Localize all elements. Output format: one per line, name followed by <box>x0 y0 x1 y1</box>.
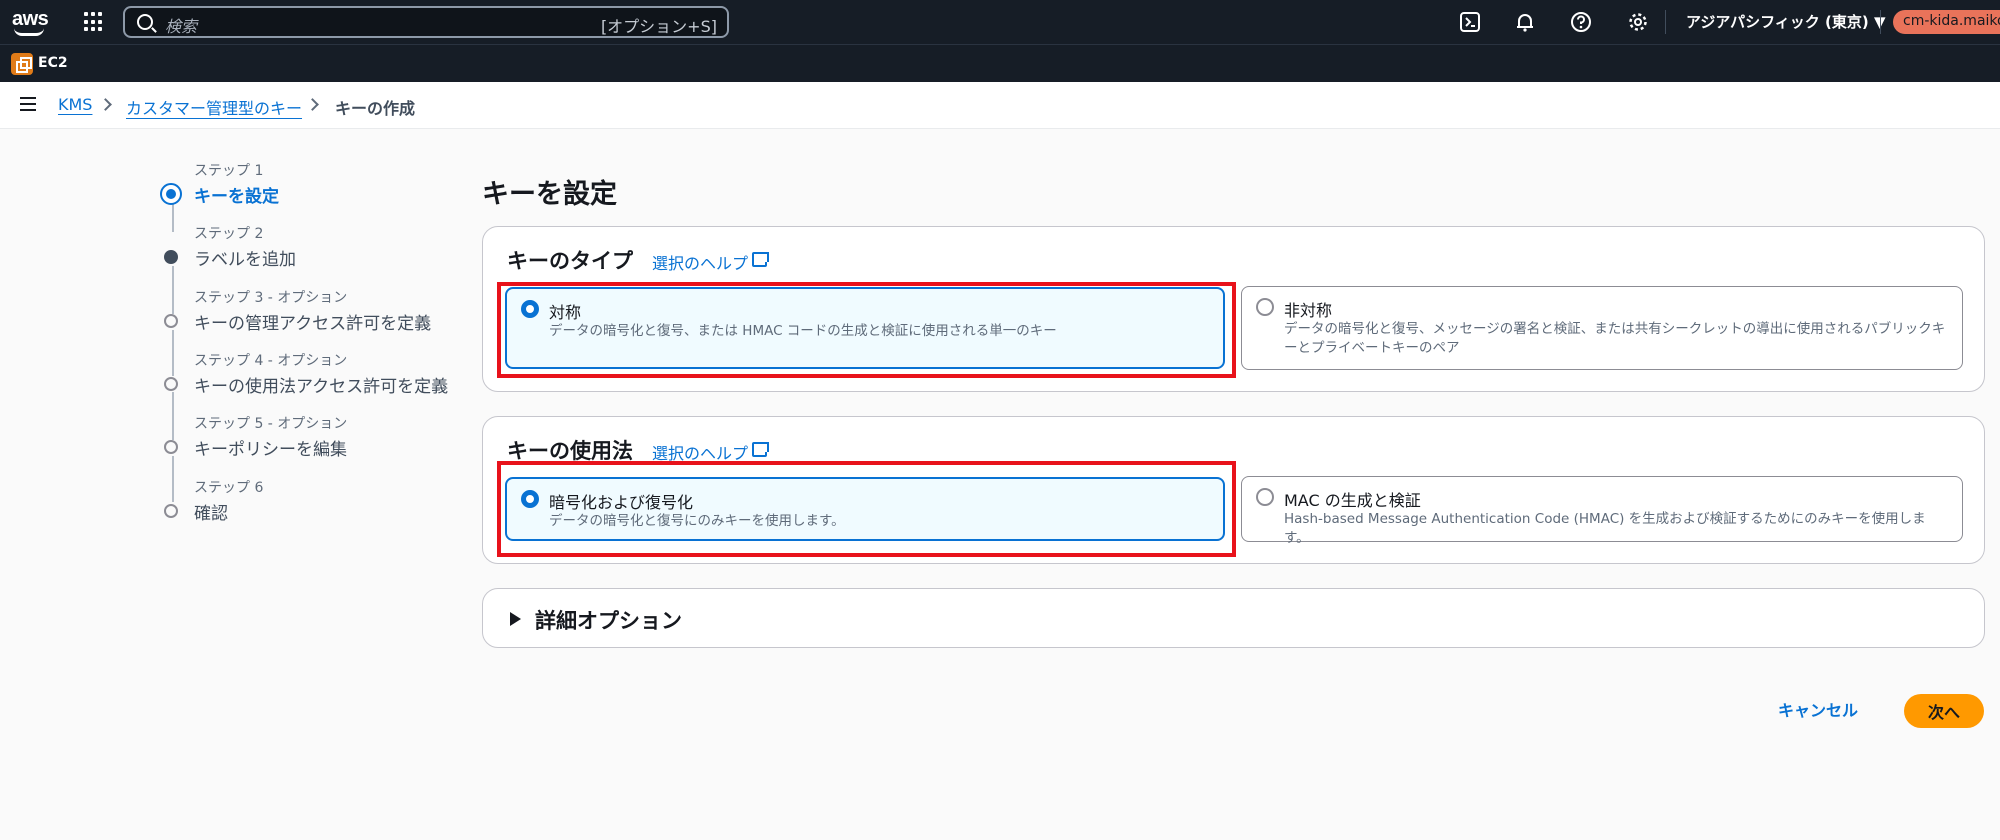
settings-gear-icon[interactable] <box>1627 11 1649 33</box>
chevron-right-icon <box>99 98 112 111</box>
nav-divider <box>1665 10 1666 34</box>
menu-hamburger-icon[interactable] <box>20 97 36 111</box>
cloudshell-icon[interactable] <box>1459 11 1481 33</box>
external-link-icon[interactable] <box>752 442 769 457</box>
breadcrumb-customer-managed-keys[interactable]: カスタマー管理型のキー <box>126 95 302 119</box>
next-button[interactable]: 次へ <box>1904 694 1984 728</box>
step-connector <box>172 456 174 502</box>
key-type-heading: キーのタイプ <box>507 249 633 273</box>
search-shortcut: [オプション+S] <box>600 17 717 36</box>
search-icon <box>137 14 153 30</box>
aws-smile-icon <box>14 28 44 36</box>
step-disabled-icon <box>164 250 178 264</box>
step-connector <box>172 330 174 376</box>
key-usage-mac-option[interactable]: MAC の生成と検証 Hash-based Message Authentica… <box>1241 476 1963 546</box>
key-type-help-link[interactable]: 選択のヘルプ <box>652 250 748 274</box>
chevron-right-icon <box>306 98 319 111</box>
caret-right-icon <box>510 612 521 626</box>
service-bar: EC2 <box>0 44 2000 82</box>
search-input[interactable]: 検索 [オプション+S] <box>123 6 729 38</box>
services-grid-icon[interactable] <box>84 12 104 32</box>
ec2-favorite-link[interactable]: EC2 <box>38 55 68 71</box>
cancel-button[interactable]: キャンセル <box>1778 697 1858 721</box>
breadcrumb-current: キーの作成 <box>335 99 416 118</box>
aws-logo[interactable]: aws <box>12 6 50 38</box>
breadcrumb-bar: KMS カスタマー管理型のキー キーの作成 <box>0 82 2000 129</box>
breadcrumb-kms[interactable]: KMS <box>58 95 92 114</box>
radio-unselected-icon[interactable] <box>1256 488 1274 506</box>
step-connector <box>172 392 174 440</box>
search-placeholder: 検索 <box>165 17 198 36</box>
help-icon[interactable] <box>1570 11 1592 33</box>
step-active-icon <box>160 183 182 205</box>
advanced-options-expander[interactable]: 詳細オプション <box>482 588 1985 648</box>
step-circle-icon <box>164 440 178 454</box>
page-title: キーを設定 <box>482 179 617 210</box>
radio-unselected-icon[interactable] <box>1256 298 1274 316</box>
nav-divider <box>1880 10 1881 34</box>
step-circle-icon <box>164 377 178 391</box>
step-circle-icon <box>164 504 178 518</box>
external-link-icon[interactable] <box>752 252 769 267</box>
region-selector[interactable]: アジアパシフィック (東京) ▼ <box>1686 11 1886 32</box>
highlight-box <box>497 282 1236 378</box>
notifications-bell-icon[interactable] <box>1514 11 1536 33</box>
ec2-service-icon[interactable] <box>11 53 33 75</box>
highlight-box <box>497 461 1236 557</box>
step-circle-icon <box>164 314 178 328</box>
account-menu[interactable]: cm-kida.maiko+ <box>1893 10 2000 34</box>
step-connector <box>172 266 174 314</box>
top-navigation: aws 検索 [オプション+S] アジアパシフィック (東京) ▼ cm-kid… <box>0 0 2000 44</box>
key-type-asymmetric-option[interactable]: 非対称 データの暗号化と復号、メッセージの署名と検証、または共有シークレットの導… <box>1241 286 1963 370</box>
